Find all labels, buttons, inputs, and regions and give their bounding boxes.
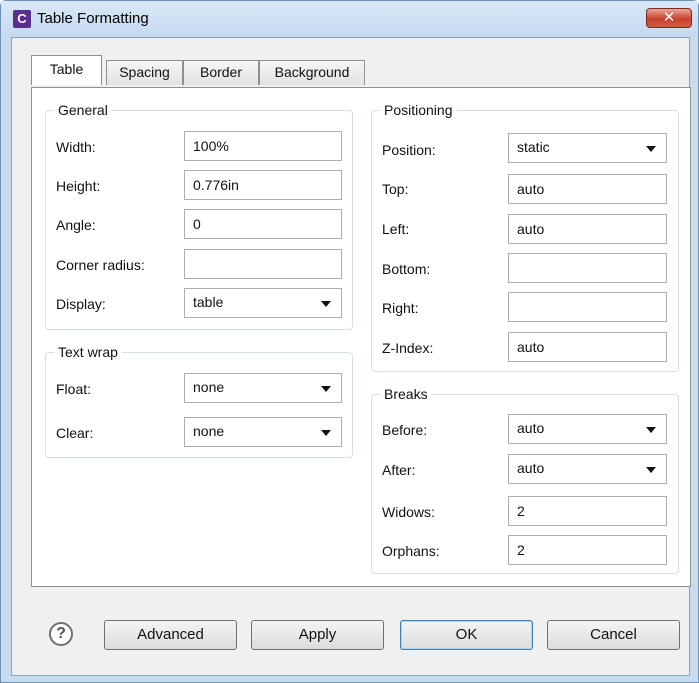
cancel-button[interactable]: Cancel (547, 620, 680, 650)
angle-label: Angle: (56, 217, 96, 233)
apply-button[interactable]: Apply (251, 620, 384, 650)
before-select[interactable]: auto (508, 414, 667, 444)
width-field[interactable]: 100% (184, 131, 342, 161)
title-bar: C Table Formatting ✕ (1, 1, 698, 37)
breaks-group-title: Breaks (380, 385, 432, 403)
height-field[interactable]: 0.776in (184, 170, 342, 200)
widows-field[interactable]: 2 (508, 496, 667, 526)
clear-select[interactable]: none (184, 417, 342, 447)
after-label: After: (382, 462, 416, 478)
chevron-down-icon (321, 301, 331, 307)
chevron-down-icon (646, 146, 656, 152)
left-label: Left: (382, 221, 410, 237)
before-select-value: auto (517, 420, 545, 436)
right-label: Right: (382, 300, 419, 316)
position-select[interactable]: static (508, 133, 667, 163)
height-label: Height: (56, 178, 101, 194)
corner-radius-label: Corner radius: (56, 257, 145, 273)
ok-button[interactable]: OK (400, 620, 533, 650)
tab-background[interactable]: Background (259, 60, 365, 85)
corner-radius-field[interactable] (184, 249, 342, 279)
widows-label: Widows: (382, 504, 435, 520)
close-button[interactable]: ✕ (646, 8, 692, 28)
position-label: Position: (382, 142, 436, 158)
tab-table[interactable]: Table (31, 55, 102, 85)
display-label: Display: (56, 296, 106, 312)
width-label: Width: (56, 139, 96, 155)
top-field[interactable]: auto (508, 174, 667, 204)
top-label: Top: (382, 181, 409, 197)
close-icon: ✕ (662, 9, 676, 26)
chevron-down-icon (321, 430, 331, 436)
text-wrap-group-title: Text wrap (54, 343, 122, 361)
orphans-label: Orphans: (382, 543, 440, 559)
clear-label: Clear: (56, 425, 94, 441)
right-field[interactable] (508, 292, 667, 322)
before-label: Before: (382, 422, 428, 438)
dialog-title: Table Formatting (37, 10, 149, 27)
chevron-down-icon (646, 427, 656, 433)
after-select-value: auto (517, 460, 545, 476)
general-group-title: General (54, 101, 112, 119)
positioning-group-title: Positioning (380, 101, 457, 119)
tab-panel-table: General Width: 100% Height: 0.776in Angl… (31, 87, 691, 587)
display-select[interactable]: table (184, 288, 342, 318)
chevron-down-icon (321, 386, 331, 392)
tab-spacing[interactable]: Spacing (106, 60, 183, 85)
help-icon[interactable]: ? (49, 622, 73, 646)
after-select[interactable]: auto (508, 454, 667, 484)
chevron-down-icon (646, 467, 656, 473)
clear-select-value: none (193, 423, 225, 439)
float-select[interactable]: none (184, 373, 342, 403)
tab-border[interactable]: Border (183, 60, 259, 85)
orphans-field[interactable]: 2 (508, 535, 667, 565)
left-field[interactable]: auto (508, 214, 667, 244)
float-select-value: none (193, 379, 225, 395)
app-logo-icon: C (13, 10, 31, 28)
display-select-value: table (193, 294, 224, 310)
bottom-label: Bottom: (382, 261, 431, 277)
advanced-button[interactable]: Advanced (104, 620, 237, 650)
z-index-label: Z-Index: (382, 340, 434, 356)
position-select-value: static (517, 139, 550, 155)
z-index-field[interactable]: auto (508, 332, 667, 362)
float-label: Float: (56, 381, 92, 397)
angle-field[interactable]: 0 (184, 209, 342, 239)
bottom-field[interactable] (508, 253, 667, 283)
